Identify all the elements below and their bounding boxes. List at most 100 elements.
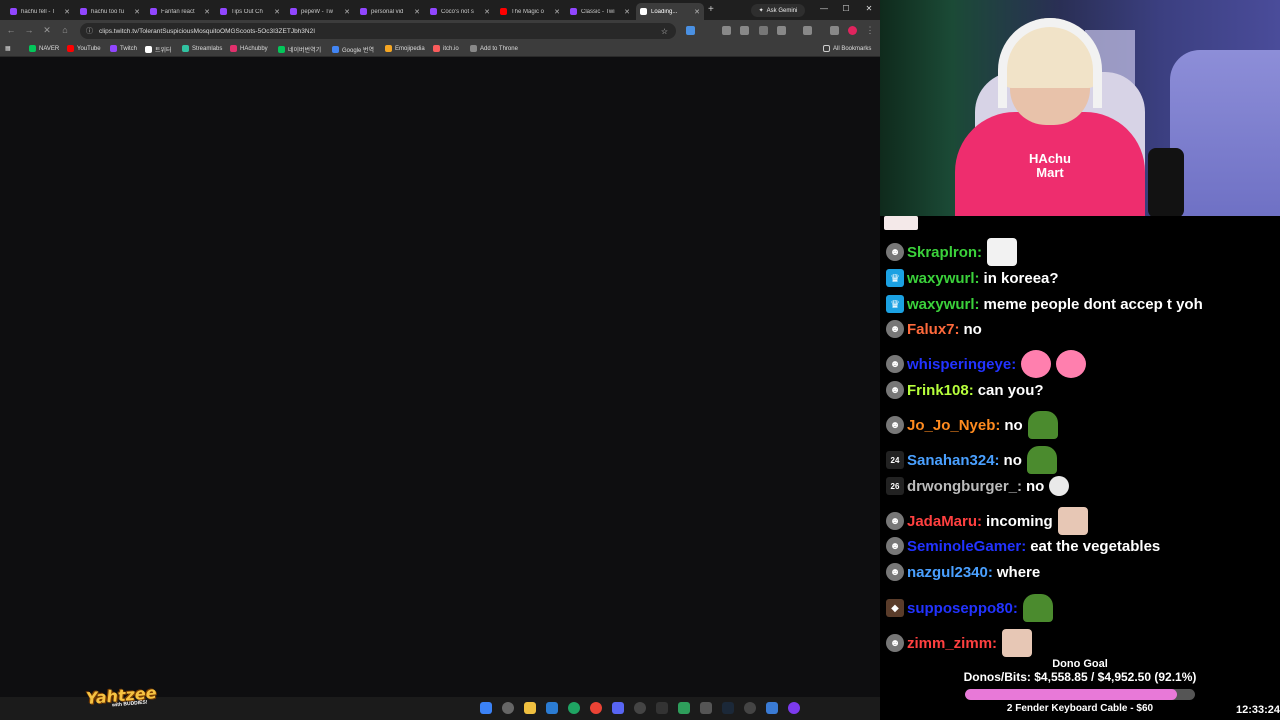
app-icon[interactable] xyxy=(678,702,690,714)
chrome-icon[interactable] xyxy=(590,702,602,714)
cast-icon[interactable] xyxy=(830,26,839,35)
search-icon[interactable] xyxy=(502,702,514,714)
bookmark-item[interactable]: Emojipedia xyxy=(385,45,425,52)
browser-tab[interactable]: personal vid ✕ xyxy=(356,3,424,20)
bookmark-item[interactable]: Twitch xyxy=(110,45,137,52)
sidepanel-icon[interactable] xyxy=(803,26,812,35)
chat-message: 26 drwongburger_: no xyxy=(886,474,1070,498)
chat-username[interactable]: drwongburger_: xyxy=(907,478,1022,495)
tab-close-icon[interactable]: ✕ xyxy=(414,8,420,16)
app-icon[interactable] xyxy=(656,702,668,714)
chat-username[interactable]: JadaMaru: xyxy=(907,513,982,530)
forward-icon[interactable]: → xyxy=(23,25,35,35)
minimize-icon[interactable]: — xyxy=(818,4,830,13)
bookmark-label: itch.io xyxy=(443,45,459,52)
tab-close-icon[interactable]: ✕ xyxy=(64,8,70,16)
tab-label: hachu too fu xyxy=(91,8,125,15)
tab-close-icon[interactable]: ✕ xyxy=(624,8,630,16)
app-icon[interactable] xyxy=(700,702,712,714)
chat-message: ☻ SeminoleGamer: eat the vegetables xyxy=(886,534,1160,558)
new-tab-button[interactable]: + xyxy=(708,4,714,15)
apps-icon[interactable]: ▦ xyxy=(5,45,11,52)
tab-close-icon[interactable]: ✕ xyxy=(134,8,140,16)
site-info-icon[interactable]: ⓘ xyxy=(86,26,93,36)
chat-username[interactable]: Jo_Jo_Nyeb: xyxy=(907,417,1000,434)
browser-tab[interactable]: Coco's not s ✕ xyxy=(426,3,494,20)
chat-username[interactable]: nazgul2340: xyxy=(907,564,993,581)
all-bookmarks[interactable]: All Bookmarks xyxy=(823,45,871,52)
stop-loading-icon[interactable]: ✕ xyxy=(41,25,53,36)
chat-username[interactable]: whisperingeye: xyxy=(907,356,1016,373)
edge-icon[interactable] xyxy=(568,702,580,714)
browser-tab[interactable]: Classic - Twi ✕ xyxy=(566,3,634,20)
extension-icon[interactable] xyxy=(740,26,749,35)
bookmark-item[interactable]: HAchubby xyxy=(230,45,268,52)
obs-icon[interactable] xyxy=(634,702,646,714)
extension-icon[interactable] xyxy=(759,26,768,35)
bookmarks-bar: ▦ NAVER YouTube Twitch 트위터 Streamlabs HAchubb… xyxy=(0,42,880,57)
chat-message: 24 Sanahan324: no xyxy=(886,446,1057,474)
tab-close-icon[interactable]: ✕ xyxy=(204,8,210,16)
bookmark-item[interactable]: Add to Throne xyxy=(470,45,518,52)
file-explorer-icon[interactable] xyxy=(524,702,536,714)
pepe-emote-icon xyxy=(1026,446,1057,474)
bookmark-item[interactable]: itch.io xyxy=(433,45,459,52)
close-window-icon[interactable]: ✕ xyxy=(863,4,875,13)
browser-tab[interactable]: pepeW - Tw ✕ xyxy=(286,3,354,20)
chat-username[interactable]: Sanahan324: xyxy=(907,452,1000,469)
extension-icon[interactable] xyxy=(686,26,695,35)
bookmark-star-icon[interactable]: ☆ xyxy=(661,27,668,36)
chat-username[interactable]: Frink108: xyxy=(907,382,974,399)
browser-tab[interactable]: The Magic o ✕ xyxy=(496,3,564,20)
chat-username[interactable]: waxywurl: xyxy=(907,296,980,313)
chat-username[interactable]: Skraplron: xyxy=(907,244,982,261)
tab-close-icon[interactable]: ✕ xyxy=(344,8,350,16)
bookmark-item[interactable]: Streamlabs xyxy=(182,45,222,52)
tab-label: Fanfan react xyxy=(161,8,195,15)
browser-tab[interactable]: hachu fell - T ✕ xyxy=(6,3,74,20)
bookmark-item[interactable]: YouTube xyxy=(67,45,101,52)
start-icon[interactable] xyxy=(480,702,492,714)
ask-gemini-button[interactable]: ✦ Ask Gemini xyxy=(751,4,805,17)
bookmark-item[interactable]: 네이버번역기 xyxy=(278,45,321,54)
address-bar[interactable]: ⓘ clips.twitch.tv/TolerantSuspiciousMosq… xyxy=(80,23,676,39)
mod-badge-icon: ☻ xyxy=(886,563,904,581)
chat-username[interactable]: zimm_zimm: xyxy=(907,635,997,652)
discord-icon[interactable] xyxy=(612,702,624,714)
bookmark-favicon-icon xyxy=(230,45,237,52)
tab-close-icon[interactable]: ✕ xyxy=(484,8,490,16)
tab-close-icon[interactable]: ✕ xyxy=(274,8,280,16)
browser-tab[interactable]: hachu too fu ✕ xyxy=(76,3,144,20)
tab-favicon-icon xyxy=(640,8,647,15)
tab-label: Tips Out Ch xyxy=(231,8,263,15)
app-icon[interactable] xyxy=(744,702,756,714)
chat-username[interactable]: Falux7: xyxy=(907,321,960,338)
browser-tab[interactable]: Loading... ✕ xyxy=(636,3,704,20)
menu-icon[interactable]: ⋮ xyxy=(864,25,876,36)
bookmark-favicon-icon xyxy=(145,46,152,53)
app-icon[interactable] xyxy=(788,702,800,714)
mod-badge-icon: ☻ xyxy=(886,355,904,373)
app-icon[interactable] xyxy=(766,702,778,714)
maximize-icon[interactable]: ☐ xyxy=(840,4,852,13)
profile-avatar[interactable] xyxy=(848,26,857,35)
bookmark-item[interactable]: NAVER xyxy=(29,45,59,52)
bookmark-item[interactable]: Google 번역 xyxy=(332,45,374,54)
puzzle-icon[interactable] xyxy=(777,26,786,35)
tab-close-icon[interactable]: ✕ xyxy=(694,8,700,16)
browser-tab[interactable]: Fanfan react ✕ xyxy=(146,3,214,20)
tab-close-icon[interactable]: ✕ xyxy=(554,8,560,16)
chat-message: ♛ waxywurl: in koreea? xyxy=(886,266,1059,290)
home-icon[interactable]: ⌂ xyxy=(59,25,71,35)
chat-username[interactable]: SeminoleGamer: xyxy=(907,538,1026,555)
bookmark-item[interactable]: 트위터 xyxy=(145,45,172,54)
notepad-icon[interactable] xyxy=(546,702,558,714)
chat-username[interactable]: waxywurl: xyxy=(907,270,980,287)
extension-icon[interactable] xyxy=(722,26,731,35)
tab-favicon-icon xyxy=(570,8,577,15)
bookmark-favicon-icon xyxy=(182,45,189,52)
browser-tab[interactable]: Tips Out Ch ✕ xyxy=(216,3,284,20)
back-icon[interactable]: ← xyxy=(5,25,17,35)
steam-icon[interactable] xyxy=(722,702,734,714)
chat-username[interactable]: supposeppo80: xyxy=(907,600,1018,617)
